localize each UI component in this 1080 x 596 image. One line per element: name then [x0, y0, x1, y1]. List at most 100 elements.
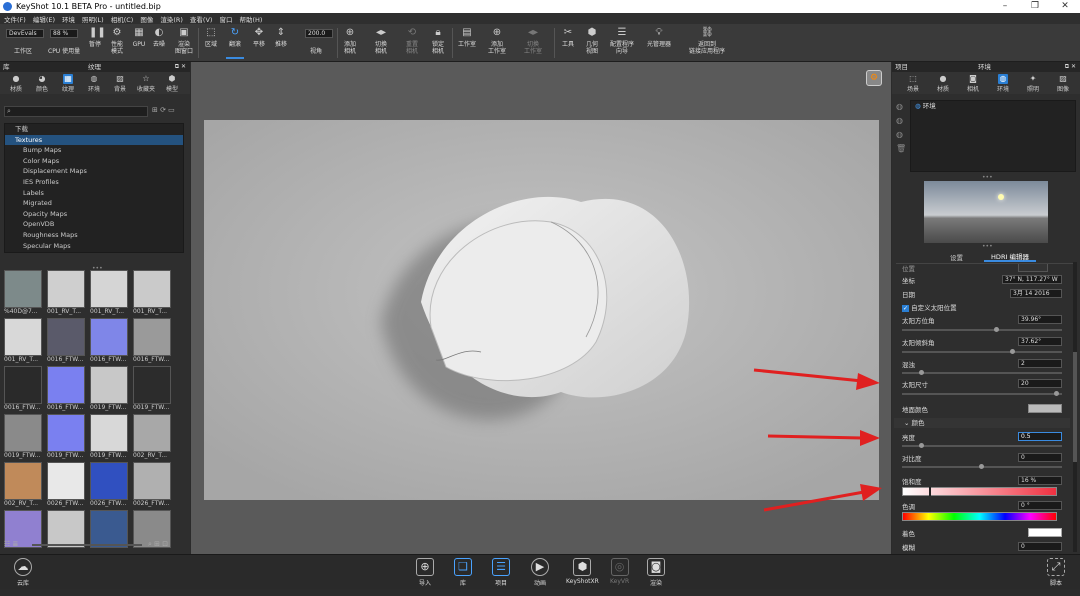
add-studio-button[interactable]: ⊕ 添加 工作室 — [484, 27, 510, 59]
menu-window[interactable]: 窗口 — [219, 14, 232, 24]
tab-material[interactable]: ● 材质 — [928, 72, 958, 94]
contrast-field[interactable]: 0 — [1018, 453, 1062, 462]
turbidity-slider[interactable] — [902, 370, 1062, 375]
light-manager-button[interactable]: 💡︎ 光管理器 — [642, 27, 676, 59]
contrast-slider[interactable] — [902, 464, 1062, 469]
menu-render[interactable]: 渲染(R) — [160, 14, 183, 24]
project-button[interactable]: ☰ 项目 — [492, 558, 510, 587]
tab-materials[interactable]: ● 材质 — [3, 72, 29, 94]
keyshotxr-button[interactable]: ⬢ KeyShotXR — [566, 558, 599, 585]
gpu-button[interactable]: ▦ GPU — [130, 27, 148, 59]
menu-lighting[interactable]: 照明(L) — [82, 14, 104, 24]
geometry-view-button[interactable]: ⬢ 几何 视图 — [582, 27, 602, 59]
splitter-handle[interactable]: ••• — [982, 174, 993, 181]
properties-scrollbar[interactable] — [1073, 262, 1077, 552]
texture-thumbnail[interactable]: 002_RV_T... — [4, 462, 42, 508]
keyvr-button[interactable]: ◎ KeyVR — [610, 558, 629, 585]
grid-view-icon[interactable]: ☷ ≣ — [4, 540, 18, 548]
sun-size-slider[interactable] — [902, 391, 1062, 396]
reset-camera-button[interactable]: ⟲ 重置 相机 — [402, 27, 422, 59]
tab-lighting[interactable]: ✦ 照明 — [1018, 72, 1048, 94]
tab-environments[interactable]: ◍ 环境 — [81, 72, 107, 94]
zoom-icons[interactable]: ⌕ ⊞ ⊡ — [148, 540, 168, 549]
color-section-header[interactable]: ⌄ 颜色 — [894, 418, 1070, 428]
texture-thumbnail[interactable]: 0016_FTW... — [47, 366, 85, 412]
render-window-button[interactable]: ▣ 渲染 图窗口 — [172, 27, 196, 59]
texture-thumbnail[interactable]: 0019_FTW... — [47, 414, 85, 460]
texture-thumbnail[interactable]: 0019_FTW... — [133, 366, 171, 412]
tree-item-textures[interactable]: Textures — [5, 134, 183, 146]
texture-thumbnail[interactable]: 002_RV_T... — [133, 414, 171, 460]
tab-favorites[interactable]: ☆ 收藏夹 — [133, 72, 159, 94]
texture-thumbnail[interactable]: 0026_FTW... — [90, 462, 128, 508]
tab-textures[interactable]: ▦ 纹理 — [55, 72, 81, 94]
tree-item[interactable]: Labels — [5, 188, 183, 199]
hue-field[interactable]: 0 ° — [1018, 501, 1062, 510]
render-viewport[interactable]: ⚙ — [191, 62, 891, 554]
hue-gradient-slider[interactable] — [902, 512, 1057, 521]
folder-icons[interactable]: ⊞ ⟳ ▭ — [152, 106, 175, 114]
coords-field[interactable]: 37° N, 117.27° W — [1002, 275, 1062, 284]
cpu-usage-field[interactable]: 88 % — [50, 29, 78, 38]
tab-environment[interactable]: ◍ 环境 — [988, 72, 1018, 94]
configurator-wizard-button[interactable]: ☰ 配置程序 向导 — [606, 27, 638, 59]
saturation-field[interactable]: 16 % — [1018, 476, 1062, 485]
saturation-gradient-slider[interactable] — [902, 487, 1057, 496]
performance-mode-button[interactable]: ⚙ 性能 模式 — [106, 27, 128, 59]
environment-list-item[interactable]: ◍ 环境 — [911, 101, 1075, 111]
splitter-handle[interactable]: ••• — [982, 243, 993, 250]
tree-item[interactable]: Migrated — [5, 198, 183, 209]
subtab-hdri-editor[interactable]: HDRI 编辑器 — [984, 251, 1036, 262]
texture-thumbnail[interactable]: 0016_FTW... — [4, 366, 42, 412]
sun-azimuth-slider[interactable] — [902, 327, 1062, 332]
tab-scene[interactable]: ⬚ 场景 — [898, 72, 928, 94]
texture-thumbnail[interactable]: 0019_FTW... — [90, 414, 128, 460]
menu-help[interactable]: 帮助(H) — [239, 14, 262, 24]
menu-view[interactable]: 查看(V) — [190, 14, 213, 24]
texture-thumbnail[interactable]: %40D@7... — [4, 270, 42, 316]
script-button[interactable]: ⤢ 脚本 — [1047, 558, 1065, 587]
tree-item[interactable]: Color Maps — [5, 156, 183, 167]
subtab-settings[interactable]: 设置 — [950, 252, 963, 262]
menu-environment[interactable]: 环境 — [62, 14, 75, 24]
library-search-input[interactable]: ⌕ — [4, 106, 148, 117]
tab-camera[interactable]: ◙ 相机 — [958, 72, 988, 94]
render-button[interactable]: ◙ 渲染 — [647, 558, 665, 587]
texture-thumbnail[interactable]: 001_RV_T... — [47, 270, 85, 316]
tint-color-swatch[interactable] — [1028, 528, 1062, 537]
tab-models[interactable]: ⬢ 模型 — [159, 72, 185, 94]
sun-azimuth-field[interactable]: 39.96° — [1018, 315, 1062, 324]
tree-item[interactable]: OpenVDB — [5, 219, 183, 230]
switch-camera-button[interactable]: ◂▸ 切换 相机 — [370, 27, 392, 59]
workspace-select[interactable]: DevEvals — [6, 29, 44, 38]
add-camera-button[interactable]: ⊕ 添加 相机 — [340, 27, 360, 59]
studio-button[interactable]: ▤ 工作室 — [455, 27, 479, 59]
import-button[interactable]: ⊕ 导入 — [416, 558, 434, 587]
tab-colors[interactable]: ◕ 颜色 — [29, 72, 55, 94]
texture-thumbnail[interactable]: 0019_FTW... — [4, 414, 42, 460]
library-button[interactable]: ❑ 库 — [454, 558, 472, 587]
menu-file[interactable]: 文件(F) — [4, 14, 26, 24]
texture-thumbnail[interactable]: 0026_FTW... — [47, 462, 85, 508]
sun-size-field[interactable]: 20 — [1018, 379, 1062, 388]
fov-field[interactable]: 200.0 — [305, 29, 333, 38]
back-to-linked-app-button[interactable]: ⛓ 返回到 链接应用程序 — [684, 27, 730, 59]
tab-backplates[interactable]: ▨ 背景 — [107, 72, 133, 94]
sun-tilt-slider[interactable] — [902, 349, 1062, 354]
texture-thumbnail[interactable]: 0016_FTW... — [90, 318, 128, 364]
denoise-button[interactable]: ◐ 去噪 — [150, 27, 168, 59]
switch-studio-button[interactable]: ◂▸ 切换 工作室 — [520, 27, 546, 59]
region-button[interactable]: ⬚ 区域 — [202, 27, 220, 59]
date-field[interactable]: 3月 14 2016 — [1010, 289, 1062, 298]
panel-close-icon[interactable]: ⧉ ✕ — [175, 62, 186, 72]
sun-tilt-field[interactable]: 37.62° — [1018, 337, 1062, 346]
turbidity-field[interactable]: 2 — [1018, 359, 1062, 368]
brightness-slider[interactable] — [902, 443, 1062, 448]
close-button[interactable]: ✕ — [1050, 0, 1080, 13]
environment-list-tools[interactable]: ◍ ◍ ◍ 🗑︎ — [896, 100, 908, 160]
render-canvas[interactable] — [191, 62, 891, 554]
tree-item[interactable]: Bump Maps — [5, 145, 183, 156]
texture-thumbnail[interactable]: 0019_FTW... — [90, 366, 128, 412]
tree-item[interactable]: IES Profiles — [5, 177, 183, 188]
texture-thumbnail[interactable]: 0016_FTW... — [47, 318, 85, 364]
